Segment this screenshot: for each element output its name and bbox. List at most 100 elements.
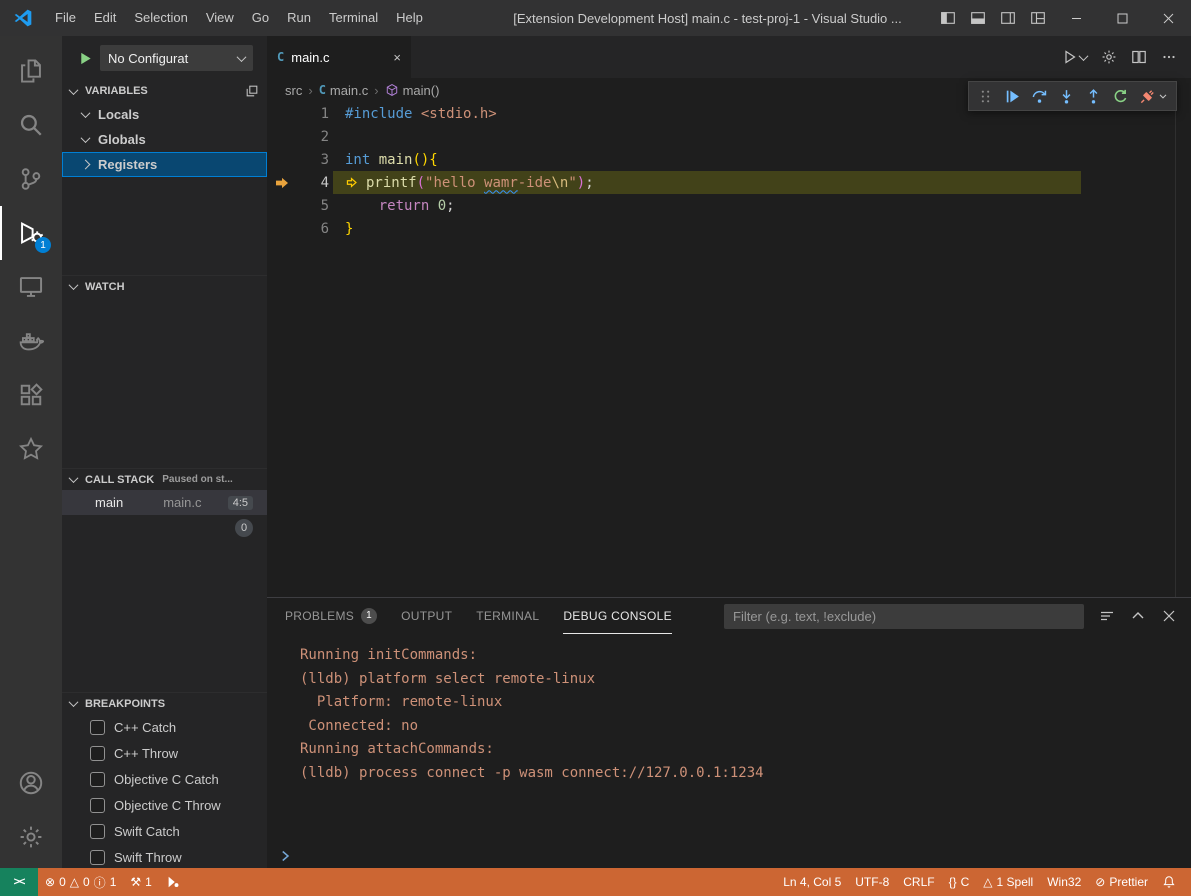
- formatter-status[interactable]: ⊘Prettier: [1088, 868, 1155, 896]
- activity-item-docker[interactable]: [0, 314, 62, 368]
- cursor-position[interactable]: Ln 4, Col 5: [776, 868, 848, 896]
- breakpoint-checkbox[interactable]: [90, 824, 105, 839]
- menu-run[interactable]: Run: [278, 0, 320, 36]
- menu-help[interactable]: Help: [387, 0, 432, 36]
- menu-terminal[interactable]: Terminal: [320, 0, 387, 36]
- menu-go[interactable]: Go: [243, 0, 278, 36]
- tab-main-c[interactable]: C main.c ×: [267, 36, 412, 78]
- notifications-bell[interactable]: [1155, 868, 1183, 896]
- code-line-2[interactable]: 2: [267, 125, 1191, 148]
- code-line-4[interactable]: 4printf("hello wamr-ide\n");: [267, 171, 1191, 194]
- collapse-all-button[interactable]: [245, 84, 259, 98]
- inline-breakpoint-icon[interactable]: [345, 176, 361, 189]
- menu-view[interactable]: View: [197, 0, 243, 36]
- code-line-3[interactable]: 3int main(){: [267, 148, 1191, 171]
- code-line-5[interactable]: 5 return 0;: [267, 194, 1191, 217]
- run-or-debug-button[interactable]: [1062, 49, 1087, 65]
- panel-tab-output[interactable]: OUTPUT: [401, 598, 452, 634]
- breakpoint-checkbox[interactable]: [90, 772, 105, 787]
- section-title: BREAKPOINTS: [85, 698, 165, 710]
- output-options-button[interactable]: [1099, 608, 1115, 624]
- menu-bar: FileEditSelectionViewGoRunTerminalHelp: [46, 0, 432, 36]
- breakpoint-checkbox[interactable]: [90, 798, 105, 813]
- menu-file[interactable]: File: [46, 0, 85, 36]
- remote-icon: ><: [14, 876, 25, 888]
- debug-settings-button[interactable]: [1101, 49, 1117, 65]
- breakpoints-header[interactable]: BREAKPOINTS: [62, 692, 267, 714]
- activity-item-search[interactable]: [0, 98, 62, 152]
- breakpoint-item[interactable]: Swift Catch: [62, 818, 267, 844]
- activity-item-favorites[interactable]: [0, 422, 62, 476]
- language-mode[interactable]: {}C: [942, 868, 977, 896]
- console-filter-input[interactable]: [724, 604, 1084, 629]
- debug-step-out-button[interactable]: [1080, 83, 1107, 109]
- activity-item-remote-explorer[interactable]: [0, 260, 62, 314]
- call-stack-header[interactable]: CALL STACK Paused on st...: [62, 468, 267, 490]
- variables-item-registers[interactable]: Registers: [62, 152, 267, 177]
- breakpoint-checkbox[interactable]: [90, 746, 105, 761]
- debug-restart-button[interactable]: [1107, 83, 1134, 109]
- panel-tab-problems[interactable]: PROBLEMS1: [285, 598, 377, 634]
- breakpoint-item[interactable]: C++ Throw: [62, 740, 267, 766]
- toggle-secondary-sidebar-button[interactable]: [993, 3, 1023, 33]
- debug-current-frame-icon[interactable]: [267, 175, 297, 191]
- toggle-panel-button[interactable]: [963, 3, 993, 33]
- code-line-6[interactable]: 6}: [267, 217, 1191, 240]
- panel-tab-terminal[interactable]: TERMINAL: [476, 598, 539, 634]
- maximize-panel-button[interactable]: [1130, 608, 1146, 624]
- encoding-status[interactable]: UTF-8: [848, 868, 896, 896]
- activity-item-run-and-debug[interactable]: 1: [0, 206, 62, 260]
- variables-header[interactable]: VARIABLES: [62, 80, 267, 102]
- watch-header[interactable]: WATCH: [62, 275, 267, 297]
- remote-indicator[interactable]: ><: [0, 868, 38, 896]
- launch-configuration-dropdown[interactable]: No Configurat: [100, 45, 253, 71]
- close-tab-icon[interactable]: ×: [393, 50, 401, 65]
- breadcrumb-symbol[interactable]: main(): [385, 83, 440, 98]
- debug-continue-button[interactable]: [999, 83, 1026, 109]
- warning-icon: △: [983, 875, 992, 889]
- debug-step-into-button[interactable]: [1053, 83, 1080, 109]
- panel-tab-debug-console[interactable]: DEBUG CONSOLE: [563, 598, 672, 634]
- toggle-sidebar-button[interactable]: [933, 3, 963, 33]
- breadcrumb-file[interactable]: C main.c: [319, 83, 369, 98]
- vscode-logo: [0, 8, 46, 28]
- customize-layout-button[interactable]: [1023, 3, 1053, 33]
- spell-checker-status[interactable]: △1 Spell: [976, 868, 1040, 896]
- menu-selection[interactable]: Selection: [125, 0, 196, 36]
- activity-item-settings[interactable]: [0, 810, 62, 864]
- activity-item-source-control[interactable]: [0, 152, 62, 206]
- problems-status[interactable]: ⊗0 △0 ⓘ1: [38, 868, 123, 896]
- start-debugging-button[interactable]: [78, 51, 93, 66]
- debug-console-output: Running initCommands:(lldb) platform sel…: [267, 634, 1191, 844]
- debug-quick-launch[interactable]: [159, 868, 187, 896]
- debug-step-over-button[interactable]: [1026, 83, 1053, 109]
- platform-status[interactable]: Win32: [1040, 868, 1088, 896]
- maximize-button[interactable]: [1099, 0, 1145, 36]
- activity-item-extensions[interactable]: [0, 368, 62, 422]
- variables-item-locals[interactable]: Locals: [62, 102, 267, 127]
- tool-status[interactable]: ⚒1: [123, 868, 158, 896]
- variables-item-globals[interactable]: Globals: [62, 127, 267, 152]
- breadcrumb-folder[interactable]: src: [285, 83, 302, 98]
- chevron-right-icon: [279, 850, 291, 862]
- breakpoint-item[interactable]: Swift Throw: [62, 844, 267, 868]
- code-editor[interactable]: 1#include <stdio.h>23int main(){4printf(…: [267, 102, 1191, 597]
- eol-status[interactable]: CRLF: [896, 868, 941, 896]
- debug-gripper-button[interactable]: [972, 83, 999, 109]
- split-editor-button[interactable]: [1131, 49, 1147, 65]
- breakpoint-item[interactable]: C++ Catch: [62, 714, 267, 740]
- minimize-button[interactable]: [1053, 0, 1099, 36]
- activity-item-explorer[interactable]: [0, 44, 62, 98]
- debug-console-input[interactable]: [267, 844, 1191, 868]
- breakpoint-item[interactable]: Objective C Catch: [62, 766, 267, 792]
- menu-edit[interactable]: Edit: [85, 0, 125, 36]
- stack-frame-row[interactable]: main main.c 4:5: [62, 490, 267, 515]
- breakpoint-item[interactable]: Objective C Throw: [62, 792, 267, 818]
- activity-item-accounts[interactable]: [0, 756, 62, 810]
- more-actions-button[interactable]: [1161, 49, 1177, 65]
- breakpoint-checkbox[interactable]: [90, 850, 105, 865]
- chevron-down-icon[interactable]: [1157, 90, 1173, 102]
- close-window-button[interactable]: [1145, 0, 1191, 36]
- close-panel-button[interactable]: [1161, 608, 1177, 624]
- breakpoint-checkbox[interactable]: [90, 720, 105, 735]
